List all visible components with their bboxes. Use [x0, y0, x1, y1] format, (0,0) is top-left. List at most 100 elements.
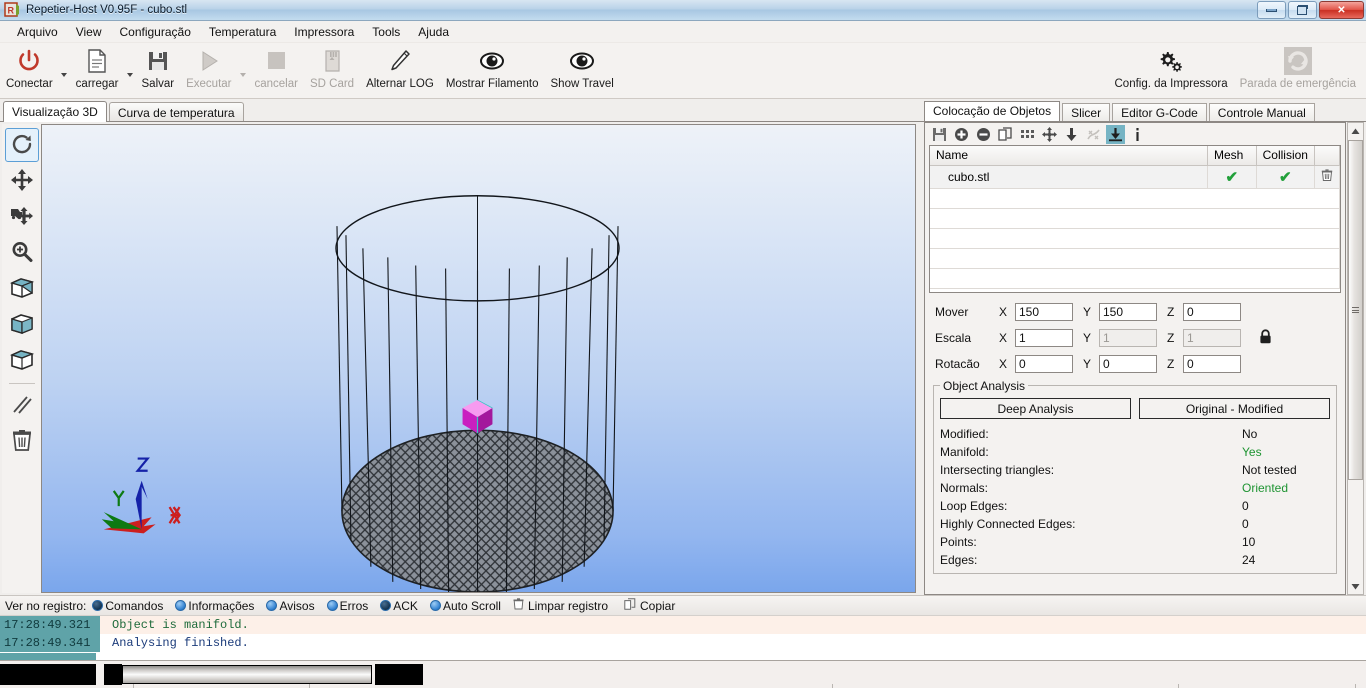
- checkbox-icon: [326, 600, 338, 611]
- center-object-icon[interactable]: [1040, 125, 1059, 144]
- original-modified-button[interactable]: Original - Modified: [1139, 398, 1330, 419]
- zoom-tool[interactable]: [5, 236, 39, 270]
- view-mode-1-tool[interactable]: [5, 272, 39, 306]
- clear-log-button[interactable]: Limpar registro: [513, 598, 608, 613]
- remove-object-icon[interactable]: [974, 125, 993, 144]
- scale-y-axis-label: Y: [1083, 331, 1092, 345]
- load-button[interactable]: carregar: [70, 43, 125, 97]
- restore-icon[interactable]: [1288, 1, 1317, 19]
- row-delete-button[interactable]: [1314, 165, 1340, 189]
- toggle-log-button[interactable]: Alternar LOG: [360, 43, 440, 97]
- menu-configuracao[interactable]: Configuração: [110, 22, 199, 42]
- status-accent: [0, 653, 96, 660]
- menu-arquivo[interactable]: Arquivo: [8, 22, 67, 42]
- scrollbar-thumb[interactable]: [1348, 140, 1363, 480]
- axis-gizmo-icon: [101, 457, 182, 534]
- rotate-view-tool[interactable]: [5, 128, 39, 162]
- place-on-platform-icon[interactable]: [1106, 124, 1125, 144]
- view-mode-3-tool[interactable]: [5, 344, 39, 378]
- scale-y-input[interactable]: [1099, 329, 1157, 347]
- info-icon[interactable]: [1128, 125, 1147, 144]
- printer-settings-button[interactable]: Config. da Impressora: [1109, 43, 1234, 97]
- sd-card-button[interactable]: SD Card: [304, 43, 360, 97]
- column-collision[interactable]: Collision: [1256, 146, 1315, 166]
- move-x-input[interactable]: [1015, 303, 1073, 321]
- add-object-icon[interactable]: [952, 125, 971, 144]
- scroll-up-icon[interactable]: [1348, 123, 1363, 139]
- move-arrows-icon: [10, 168, 34, 195]
- menu-ajuda[interactable]: Ajuda: [409, 22, 458, 42]
- object-list-table[interactable]: Name Mesh Collision cubo.stl ✔ ✔: [929, 145, 1341, 293]
- tab-curva-de-temperatura[interactable]: Curva de temperatura: [108, 102, 244, 122]
- connect-button[interactable]: Conectar: [0, 43, 59, 97]
- run-dropdown[interactable]: [238, 43, 249, 97]
- scale-x-input[interactable]: [1015, 329, 1073, 347]
- delete-object-tool[interactable]: [5, 425, 39, 459]
- emergency-stop-button[interactable]: Parada de emergência: [1234, 43, 1362, 97]
- show-filament-button[interactable]: Mostrar Filamento: [440, 43, 545, 97]
- log-filter-ack[interactable]: ACK: [380, 599, 418, 613]
- tab-slicer[interactable]: Slicer: [1062, 103, 1111, 122]
- rotate-x-input[interactable]: [1015, 355, 1073, 373]
- cell-mesh-check: ✔: [1207, 165, 1257, 189]
- deep-analysis-button[interactable]: Deep Analysis: [940, 398, 1131, 419]
- show-travel-button[interactable]: Show Travel: [545, 43, 620, 97]
- document-icon: [85, 45, 109, 77]
- analysis-buttons: Deep Analysis Original - Modified: [940, 398, 1330, 419]
- log-output[interactable]: 17:28:49.321 Object is manifold. 17:28:4…: [0, 615, 1366, 660]
- menu-tools[interactable]: Tools: [363, 22, 409, 42]
- view-mode-2-tool[interactable]: [5, 308, 39, 342]
- connect-dropdown[interactable]: [59, 43, 70, 97]
- lock-closed-icon[interactable]: [1259, 329, 1272, 347]
- object-analysis-group: Object Analysis Deep Analysis Original -…: [933, 379, 1337, 574]
- scale-z-input[interactable]: [1183, 329, 1241, 347]
- drop-object-icon[interactable]: [1062, 125, 1081, 144]
- cube-wire-icon: [9, 348, 35, 375]
- save-objects-icon[interactable]: [930, 125, 949, 144]
- viewport-3d[interactable]: [41, 124, 916, 593]
- move-y-input[interactable]: [1099, 303, 1157, 321]
- minimize-icon[interactable]: [1257, 1, 1286, 19]
- copy-log-button[interactable]: Copiar: [624, 598, 675, 613]
- run-button[interactable]: Executar: [180, 43, 237, 97]
- table-row[interactable]: cubo.stl ✔ ✔: [930, 165, 1340, 189]
- multiply-object-icon[interactable]: [1018, 125, 1037, 144]
- move-object-tool[interactable]: [5, 200, 39, 234]
- tab-editor-g-code[interactable]: Editor G-Code: [1112, 103, 1207, 122]
- log-filter-informacoes[interactable]: Informações: [175, 599, 254, 613]
- tab-controle-manual[interactable]: Controle Manual: [1208, 103, 1315, 122]
- scroll-down-icon[interactable]: [1348, 578, 1363, 594]
- close-icon[interactable]: ✕: [1319, 1, 1364, 19]
- rotate-z-input[interactable]: [1183, 355, 1241, 373]
- load-dropdown[interactable]: [125, 43, 136, 97]
- autoposition-icon[interactable]: [1084, 125, 1103, 144]
- log-filter-comandos[interactable]: Comandos: [92, 599, 163, 613]
- log-filter-avisos[interactable]: Avisos: [266, 599, 315, 613]
- column-name[interactable]: Name: [930, 146, 1209, 166]
- cancel-button[interactable]: cancelar: [249, 43, 304, 97]
- save-button[interactable]: Salvar: [136, 43, 181, 97]
- column-mesh[interactable]: Mesh: [1207, 146, 1257, 166]
- rotate-y-input[interactable]: [1099, 355, 1157, 373]
- move-z-input[interactable]: [1183, 303, 1241, 321]
- menu-impressora[interactable]: Impressora: [285, 22, 363, 42]
- menu-temperatura[interactable]: Temperatura: [200, 22, 285, 42]
- move-view-tool[interactable]: [5, 164, 39, 198]
- scene-render: [101, 195, 620, 592]
- parallel-view-tool[interactable]: [5, 389, 39, 423]
- tab-visualizacao-3d[interactable]: Visualização 3D: [3, 101, 107, 122]
- scale-z-axis-label: Z: [1167, 331, 1175, 345]
- status-progress-bar: [122, 665, 372, 684]
- viewport-toolbar: [2, 124, 42, 593]
- log-filter-auto-scroll[interactable]: Auto Scroll: [429, 599, 501, 613]
- stat-value: Yes: [1242, 445, 1262, 459]
- copy-object-icon[interactable]: [996, 125, 1015, 144]
- eye-icon: [477, 45, 507, 77]
- log-message: Analysing finished.: [112, 636, 249, 650]
- right-panel-scrollbar[interactable]: [1347, 122, 1364, 595]
- log-filter-erros[interactable]: Erros: [326, 599, 368, 613]
- status-block-left: [0, 664, 96, 685]
- menu-view[interactable]: View: [67, 22, 111, 42]
- tab-colocacao-de-objetos[interactable]: Colocação de Objetos: [924, 101, 1061, 122]
- application-window: R Repetier-Host V0.95F - cubo.stl ✕ Arqu…: [0, 0, 1366, 688]
